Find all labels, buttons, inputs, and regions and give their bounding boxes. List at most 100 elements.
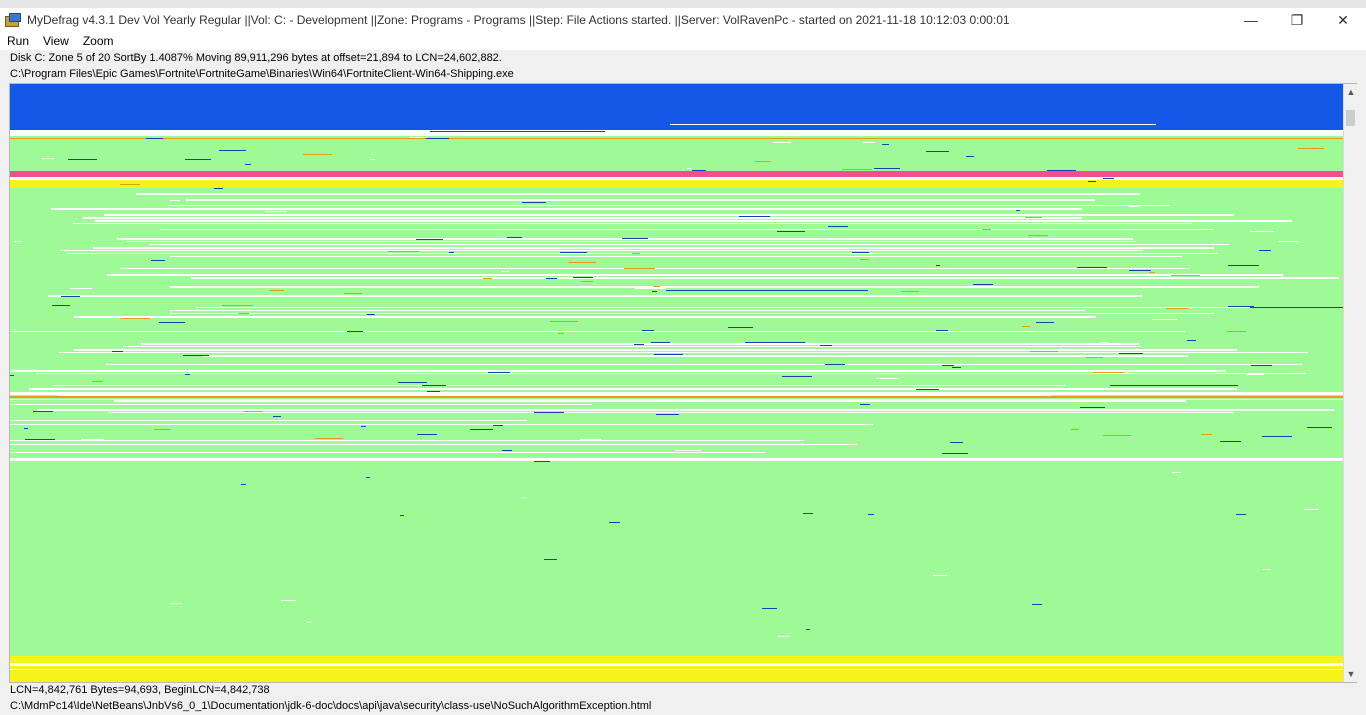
disk-block [219, 150, 246, 151]
disk-block [10, 444, 857, 445]
disk-block [170, 200, 180, 201]
disk-block [982, 229, 991, 230]
disk-block [1047, 170, 1076, 171]
scroll-up-icon[interactable]: ▲ [1344, 84, 1358, 100]
disk-block [10, 458, 1343, 461]
disk-block [281, 600, 296, 601]
disk-block [370, 159, 375, 160]
disk-block [149, 244, 1229, 245]
disk-map[interactable] [10, 84, 1343, 682]
disk-block [692, 170, 706, 171]
disk-block [876, 378, 899, 379]
scroll-thumb[interactable] [1346, 110, 1355, 126]
disk-block [966, 156, 974, 157]
disk-block [10, 440, 804, 441]
disk-block [828, 226, 848, 227]
disk-block [777, 636, 789, 637]
vertical-scrollbar[interactable]: ▲ ▼ [1343, 84, 1358, 682]
disk-block [243, 411, 262, 412]
progress-status: Disk C: Zone 5 of 20 SortBy 1.4087% Movi… [10, 52, 502, 64]
disk-block [170, 256, 1182, 257]
disk-block [973, 284, 993, 285]
disk-block [863, 142, 875, 143]
disk-block [874, 168, 900, 169]
disk-block [185, 159, 211, 160]
disk-block [196, 307, 1271, 308]
disk-block [1227, 331, 1246, 332]
disk-block [36, 373, 1306, 374]
disk-block [121, 318, 150, 319]
disk-block [860, 355, 884, 356]
disk-block [95, 220, 1292, 222]
disk-block [10, 452, 765, 453]
disk-block [1250, 231, 1274, 232]
disk-block [933, 575, 947, 576]
disk-block [1129, 206, 1140, 207]
disk-block [48, 295, 1142, 297]
minimize-button[interactable]: — [1228, 8, 1274, 32]
menu-view[interactable]: View [36, 34, 76, 48]
restore-button[interactable]: ❐ [1274, 8, 1320, 32]
disk-block [74, 316, 1096, 318]
disk-block [534, 461, 550, 462]
disk-block [1032, 604, 1042, 605]
disk-block [186, 199, 1095, 201]
disk-block [170, 286, 1259, 288]
disk-block [1086, 357, 1103, 358]
disk-block [42, 158, 54, 159]
disk-block [315, 438, 343, 439]
disk-block [1298, 148, 1324, 149]
disk-block [1028, 235, 1048, 236]
hover-cluster-info: LCN=4,842,761 Bytes=94,693, BeginLCN=4,8… [10, 684, 270, 696]
disk-block [651, 342, 670, 343]
scroll-down-icon[interactable]: ▼ [1344, 666, 1358, 682]
disk-block [755, 161, 771, 162]
disk-block [544, 559, 557, 560]
disk-block [609, 522, 620, 523]
disk-block [245, 164, 251, 165]
disk-block [422, 385, 446, 386]
disk-block [269, 290, 284, 291]
disk-block [51, 208, 1082, 210]
menu-run[interactable]: Run [0, 34, 36, 48]
disk-block [569, 262, 596, 263]
disk-block [1152, 319, 1177, 320]
disk-block [241, 484, 246, 485]
disk-block [634, 344, 644, 345]
disk-block [1129, 270, 1151, 271]
disk-block [67, 253, 1218, 254]
close-button[interactable]: ✕ [1320, 8, 1366, 32]
disk-block [1187, 340, 1196, 341]
disk-block [398, 382, 427, 383]
disk-block [154, 429, 171, 430]
disk-block [1013, 313, 1032, 314]
title-bar: MyDefrag v4.3.1 Dev Vol Yearly Regular |… [0, 8, 1366, 32]
disk-block [1246, 374, 1264, 375]
disk-block [852, 252, 869, 253]
disk-block [1093, 372, 1124, 373]
disk-block [347, 331, 363, 332]
disk-block [160, 229, 1213, 230]
disk-block [151, 260, 165, 261]
disk-block [73, 223, 1192, 224]
menu-zoom[interactable]: Zoom [76, 34, 121, 48]
disk-block [820, 345, 832, 346]
disk-block [546, 278, 557, 279]
disk-block [901, 291, 919, 292]
disk-block [367, 314, 375, 315]
disk-block [806, 629, 810, 630]
disk-block [1077, 267, 1107, 268]
disk-block [105, 364, 1303, 365]
disk-block [1279, 241, 1299, 242]
disk-block [1080, 407, 1105, 408]
disk-block [1304, 509, 1319, 510]
disk-block [92, 381, 103, 382]
disk-block [29, 388, 1237, 390]
disk-block [68, 159, 97, 160]
disk-block [1025, 217, 1042, 218]
disk-block [745, 342, 805, 343]
disk-block [273, 416, 281, 417]
disk-block [1071, 429, 1079, 430]
disk-block [1036, 322, 1054, 323]
disk-block [15, 241, 21, 242]
